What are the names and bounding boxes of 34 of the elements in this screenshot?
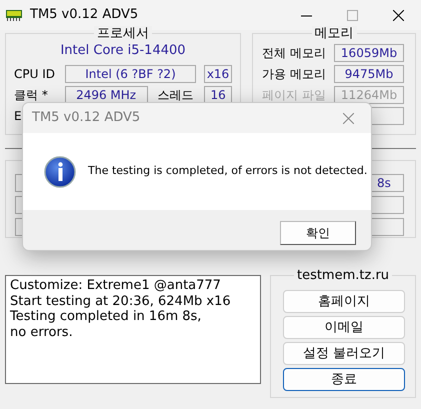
dialog-title: TM5 v0.12 ADV5 (32, 109, 142, 128)
cpu-id-field: Intel (6 ?BF ?2) (65, 64, 196, 82)
cpu-model: Intel Core i5-14400 (59, 42, 187, 60)
memory-field: 9475Mb (334, 64, 404, 82)
field-label: 클럭 * (14, 86, 49, 104)
field-label: 페이지 파일 (262, 86, 327, 104)
dialog-message: The testing is completed, of errors is not detected. (88, 163, 368, 180)
window-title: TM5 v0.12 ADV5 (30, 6, 140, 24)
field-label: CPU ID (14, 66, 56, 82)
field-label: 스레드 (158, 86, 195, 104)
field-label: E (14, 108, 22, 124)
link-button[interactable]: 종료 (283, 368, 405, 391)
info-icon (44, 156, 76, 188)
log-line: no errors. (10, 324, 74, 340)
memory-chip-icon (6, 9, 22, 21)
close-icon[interactable] (392, 10, 404, 20)
link-button[interactable]: 이메일 (283, 316, 405, 339)
link-button[interactable]: 설정 불러오기 (283, 342, 405, 365)
ok-button[interactable]: 확인 (280, 221, 356, 245)
panel-title: 메모리 (312, 26, 356, 41)
field-label: 전체 메모리 (262, 44, 327, 62)
maximize-icon[interactable] (346, 10, 358, 20)
memory-field: 11264Mb (334, 86, 404, 104)
cores-field: x16 (204, 64, 232, 82)
link-button[interactable]: 홈페이지 (283, 290, 405, 313)
log-line: Testing completed in 16m 8s, (10, 309, 202, 324)
panel-title: 프로세서 (94, 26, 152, 41)
log-line: Start testing at 20:36, 624Mb x16 (10, 294, 232, 309)
clock-field: 2496 MHz (64, 86, 148, 104)
threads-field: 16 (204, 86, 232, 104)
field-label: 가용 메모리 (262, 66, 327, 82)
memory-field: 16059Mb (334, 44, 404, 62)
log-line: Customize: Extreme1 @anta777 (10, 278, 222, 294)
time-field: 8s (370, 174, 404, 192)
